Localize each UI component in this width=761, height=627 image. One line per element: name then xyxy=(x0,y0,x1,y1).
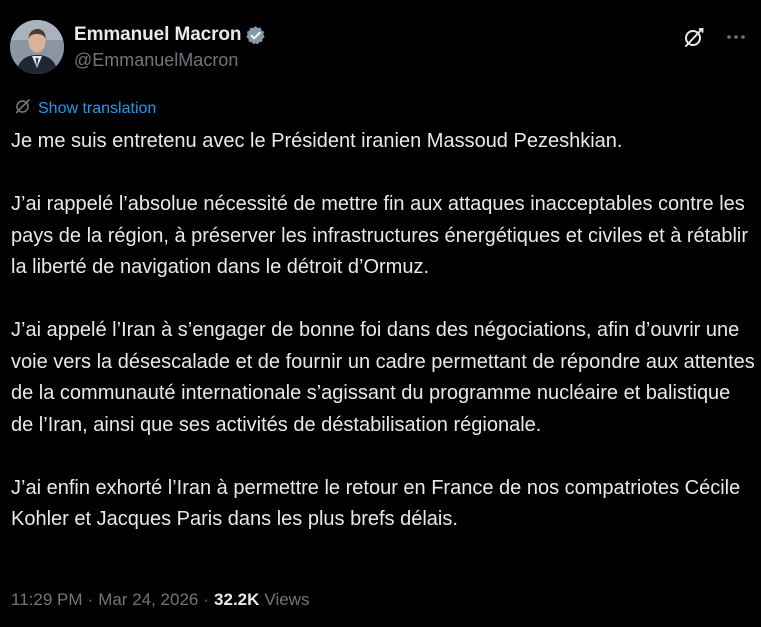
grok-slash-circle-icon[interactable] xyxy=(681,24,707,50)
translate-icon xyxy=(14,97,32,120)
views-label: Views xyxy=(264,590,310,609)
avatar[interactable] xyxy=(10,20,64,74)
show-translation-button[interactable]: Show translation xyxy=(14,97,156,120)
tweet-paragraph: J’ai rappelé l’absolue nécessité de mett… xyxy=(11,193,749,278)
author-display-name[interactable]: Emmanuel Macron xyxy=(74,24,242,46)
avatar-image xyxy=(10,20,64,74)
author-handle[interactable]: @EmmanuelMacron xyxy=(74,50,266,71)
tweet-header: Emmanuel Macron @EmmanuelMacron xyxy=(10,20,749,76)
tweet-paragraph: Je me suis entretenu avec le Président i… xyxy=(11,130,623,152)
tweet-meta: 11:29 PM · Mar 24, 2026 · 32.2K Views xyxy=(11,590,309,610)
verified-badge-icon[interactable] xyxy=(245,25,266,46)
header-actions xyxy=(681,24,749,50)
tweet-paragraph: J’ai enfin exhorté l’Iran à permettre le… xyxy=(11,476,741,531)
show-translation-label[interactable]: Show translation xyxy=(38,100,156,118)
name-row: Emmanuel Macron xyxy=(74,23,266,47)
author-info: Emmanuel Macron @EmmanuelMacron xyxy=(74,23,266,71)
tweet-date[interactable]: Mar 24, 2026 xyxy=(98,590,198,610)
tweet-text: Je me suis entretenu avec le Président i… xyxy=(11,126,756,536)
more-dots-icon[interactable] xyxy=(723,24,749,50)
views-count[interactable]: 32.2K xyxy=(214,590,259,610)
tweet-time[interactable]: 11:29 PM xyxy=(11,590,83,610)
meta-separator: · xyxy=(87,590,94,609)
meta-separator: · xyxy=(203,590,210,609)
tweet-paragraph: J’ai appelé l’Iran à s’engager de bonne … xyxy=(11,319,755,436)
